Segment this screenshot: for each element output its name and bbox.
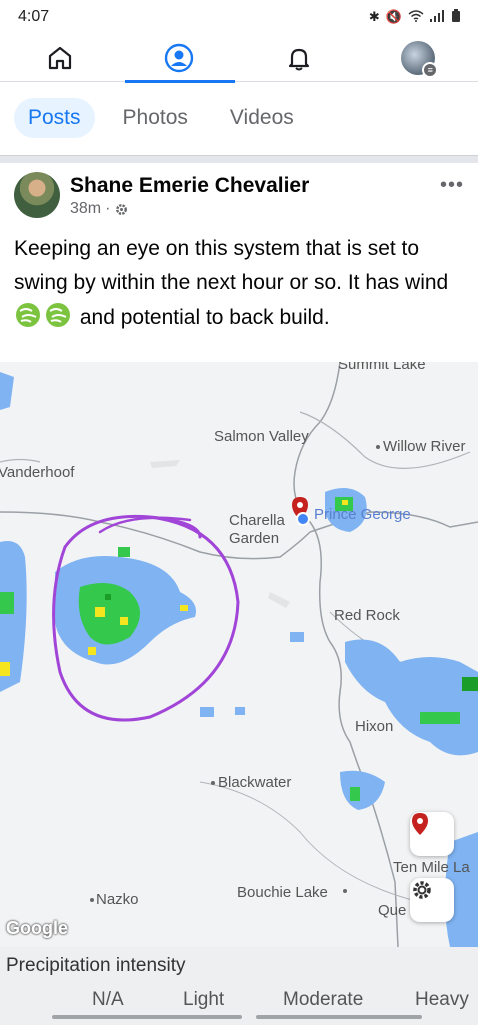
location-button[interactable] — [410, 812, 454, 856]
legend-label-na: N/A — [92, 989, 124, 1010]
map-label-bouchie-lake: Bouchie Lake — [237, 884, 328, 901]
map-label-hixon: Hixon — [355, 718, 394, 735]
gear-icon — [413, 881, 431, 899]
radar-cell-edge — [0, 372, 27, 692]
status-bar: 4:07 ✱ 🔇 — [0, 0, 478, 34]
mute-icon: 🔇 — [385, 9, 402, 24]
nav-account[interactable]: ≡ — [388, 36, 448, 80]
more-options-icon[interactable]: ••• — [440, 174, 464, 197]
account-avatar: ≡ — [401, 40, 439, 78]
legend-label-light: Light — [183, 989, 225, 1010]
nav-notifications[interactable] — [269, 36, 329, 80]
map-label-vanderhoof: Vanderhoof — [0, 464, 75, 481]
profile-tabs: Posts Photos Videos — [0, 95, 478, 141]
section-divider — [0, 155, 478, 163]
gesture-bar — [0, 1012, 478, 1025]
post-time: 38m · — [70, 200, 464, 218]
status-icons: ✱ 🔇 — [369, 9, 460, 25]
signal-icon — [430, 9, 446, 25]
google-logo: Google — [6, 918, 68, 938]
post-text: Keeping an eye on this system that is se… — [14, 232, 466, 335]
radar-cell-west — [55, 547, 196, 665]
privacy-gear-icon — [116, 203, 128, 215]
map-label-salmon-valley: Salmon Valley — [214, 428, 309, 445]
nav-home[interactable] — [30, 36, 90, 80]
wind-emoji-icon — [16, 303, 70, 327]
bell-icon — [288, 48, 309, 70]
post-header: Shane Emerie Chevalier 38m · ••• — [14, 172, 464, 226]
legend-label-heavy: Heavy — [415, 989, 469, 1010]
legend-title: Precipitation intensity — [6, 955, 186, 976]
nav-profile[interactable] — [125, 36, 236, 83]
home-icon — [48, 46, 71, 69]
legend-label-moderate: Moderate — [283, 989, 364, 1010]
map-label-quesnel: Que — [378, 902, 407, 919]
radar-map[interactable]: Summit Lake Salmon Valley Willow River V… — [0, 362, 478, 947]
location-pin-icon — [412, 813, 428, 835]
map-label-willow-river: Willow River — [383, 438, 466, 455]
tab-videos[interactable]: Videos — [216, 98, 308, 138]
author-name[interactable]: Shane Emerie Chevalier — [70, 172, 464, 200]
menu-badge-icon: ≡ — [422, 61, 439, 78]
map-label-summit-lake: Summit Lake — [338, 362, 426, 373]
map-label-blackwater: Blackwater — [218, 774, 292, 791]
battery-icon — [452, 9, 460, 25]
top-nav: ≡ — [0, 34, 478, 83]
post-text-before: Keeping an eye on this system that is se… — [14, 237, 449, 294]
status-time: 4:07 — [18, 8, 50, 25]
profile-icon — [165, 43, 194, 72]
map-label-prince-george: Prince George — [314, 506, 411, 523]
post-timestamp[interactable]: 38m — [70, 200, 101, 218]
map-label-ten-mile-lake: Ten Mile La — [393, 859, 470, 876]
bluetooth-icon: ✱ — [368, 9, 380, 24]
map-label-nazko: Nazko — [96, 891, 139, 908]
post-text-after: and potential to back build. — [79, 306, 330, 329]
tab-photos[interactable]: Photos — [109, 98, 202, 138]
wifi-icon — [408, 9, 424, 25]
map-settings-button[interactable] — [410, 878, 454, 922]
author-avatar[interactable] — [14, 172, 60, 218]
map-label-red-rock: Red Rock — [334, 607, 400, 624]
separator-dot: · — [105, 200, 111, 217]
map-label-charella-garden: Charella Garden — [229, 512, 285, 547]
tab-posts[interactable]: Posts — [14, 98, 95, 138]
author-meta: Shane Emerie Chevalier 38m · — [70, 172, 464, 226]
